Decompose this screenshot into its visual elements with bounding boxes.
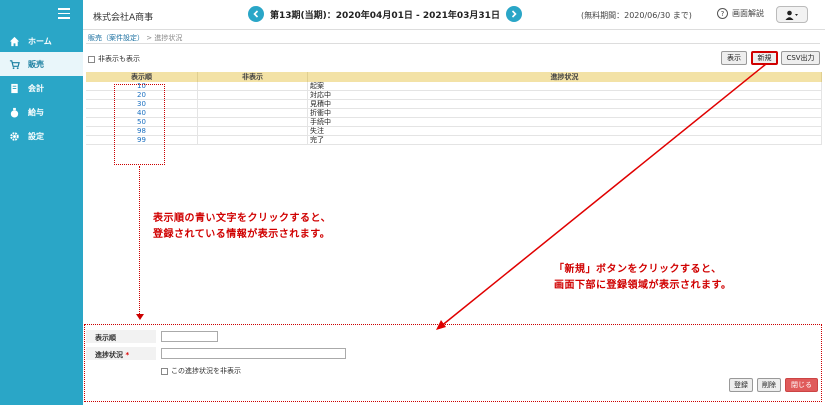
hide-status-label: この進捗状況を非表示 xyxy=(171,367,241,375)
moneybag-icon xyxy=(8,106,20,118)
sidebar-item-payroll[interactable]: 給与 xyxy=(0,100,83,124)
chevron-left-icon xyxy=(253,10,259,18)
new-button[interactable]: 新規 xyxy=(751,51,778,65)
sidebar-item-label: 給与 xyxy=(28,107,44,117)
order-input[interactable] xyxy=(161,331,218,342)
required-mark: * xyxy=(125,351,130,359)
status-cell: 対応中 xyxy=(308,91,822,99)
gear-icon xyxy=(8,130,20,142)
csv-export-button[interactable]: CSV出力 xyxy=(781,51,820,65)
period-label: 第13期(当期)：2020年04月01日 - 2021年03月31日 xyxy=(270,10,500,21)
trial-period: (無料期間：2020/06/30 まで) xyxy=(581,11,692,20)
show-hidden-label: 非表示も表示 xyxy=(98,55,140,63)
status-cell: 完了 xyxy=(308,136,822,144)
status-cell: 手続中 xyxy=(308,118,822,126)
sidebar-item-accounting[interactable]: 会計 xyxy=(0,76,83,100)
hidden-cell xyxy=(198,127,308,135)
sidebar-item-sales[interactable]: 販売 xyxy=(0,52,83,76)
breadcrumb-separator: > xyxy=(144,34,155,42)
order-field-label: 表示順 xyxy=(95,334,116,342)
column-header-status: 進捗状況 xyxy=(308,72,822,82)
display-button[interactable]: 表示 xyxy=(721,51,747,65)
table-row: 99 完了 xyxy=(86,136,822,145)
user-menu-button[interactable] xyxy=(776,6,808,23)
hide-status-checkbox[interactable] xyxy=(161,367,168,375)
status-cell: 失注 xyxy=(308,127,822,135)
period-selector: 第13期(当期)：2020年04月01日 - 2021年03月31日 xyxy=(248,6,522,22)
hide-status-toggle[interactable]: この進捗状況を非表示 xyxy=(161,366,241,376)
hidden-cell xyxy=(198,91,308,99)
table-row: 30 見積中 xyxy=(86,100,822,109)
sidebar-item-label: 販売 xyxy=(28,59,44,69)
status-cell: 見積中 xyxy=(308,100,822,108)
annotation-connector xyxy=(139,166,140,316)
sidebar-item-label: 設定 xyxy=(28,131,44,141)
divider xyxy=(86,43,820,44)
delete-button[interactable]: 削除 xyxy=(757,378,781,392)
close-button[interactable]: 閉じる xyxy=(785,378,818,392)
order-column-highlight xyxy=(114,84,165,165)
ledger-icon xyxy=(8,82,20,94)
status-cell: 起案 xyxy=(308,82,822,90)
arrow-down-icon xyxy=(136,314,144,320)
show-hidden-toggle[interactable]: 非表示も表示 xyxy=(88,54,140,64)
help-label: 画面解説 xyxy=(732,9,764,18)
hidden-cell xyxy=(198,118,308,126)
sidebar: ホーム 販売 会計 給与 設定 xyxy=(0,0,83,405)
register-button[interactable]: 登録 xyxy=(729,378,753,392)
status-field-label: 進捗状況 * xyxy=(95,350,129,360)
hamburger-menu-icon[interactable] xyxy=(58,8,70,19)
hidden-cell xyxy=(198,136,308,144)
table-row: 40 折衝中 xyxy=(86,109,822,118)
annotation-order-click: 表示順の青い文字をクリックすると、 登録されている情報が表示されます。 xyxy=(153,211,331,243)
sidebar-item-label: 会計 xyxy=(28,83,44,93)
hidden-cell xyxy=(198,109,308,117)
home-icon xyxy=(8,35,20,47)
annotation-text: 画面下部に登録領域が表示されます。 xyxy=(554,280,732,291)
table-row: 20 対応中 xyxy=(86,91,822,100)
hidden-cell xyxy=(198,82,308,90)
status-cell: 折衝中 xyxy=(308,109,822,117)
chevron-right-icon xyxy=(511,10,517,18)
annotation-text: 「新規」ボタンをクリックすると、 xyxy=(554,264,722,275)
table-header: 表示順 非表示 進捗状況 xyxy=(86,72,822,82)
user-icon xyxy=(785,10,798,20)
table-row: 98 失注 xyxy=(86,127,822,136)
next-period-button[interactable] xyxy=(505,6,522,22)
question-icon: ? xyxy=(717,8,728,19)
column-header-hidden: 非表示 xyxy=(198,72,308,82)
sidebar-item-home[interactable]: ホーム xyxy=(0,29,83,53)
company-name: 株式会社A商事 xyxy=(93,13,154,23)
breadcrumb: 販売（案件設定） > 進捗状況 xyxy=(88,33,182,43)
table-row: 10 起案 xyxy=(86,82,822,91)
help-link[interactable]: ? 画面解説 xyxy=(717,8,764,19)
sidebar-item-label: ホーム xyxy=(28,36,52,46)
hidden-cell xyxy=(198,100,308,108)
breadcrumb-sales-settings-link[interactable]: 販売（案件設定） xyxy=(88,34,144,42)
annotation-text: 表示順の青い文字をクリックすると、 xyxy=(153,213,332,224)
cart-icon xyxy=(8,58,20,70)
header: 株式会社A商事 第13期(当期)：2020年04月01日 - 2021年03月3… xyxy=(83,0,825,30)
annotation-text: 登録されている情報が表示されます。 xyxy=(153,229,331,240)
breadcrumb-current: 進捗状況 xyxy=(154,34,183,42)
column-header-order: 表示順 xyxy=(86,72,198,82)
annotation-new-click: 「新規」ボタンをクリックすると、 画面下部に登録領域が表示されます。 xyxy=(554,262,732,294)
status-label-text: 進捗状況 xyxy=(95,351,123,359)
table-row: 50 手続中 xyxy=(86,118,822,127)
show-hidden-checkbox[interactable] xyxy=(88,55,95,63)
status-input[interactable] xyxy=(161,348,346,359)
progress-status-table: 表示順 非表示 進捗状況 10 起案 20 対応中 30 見積中 40 折衝中 … xyxy=(86,72,822,145)
prev-period-button[interactable] xyxy=(248,6,264,22)
sidebar-item-settings[interactable]: 設定 xyxy=(0,124,83,148)
